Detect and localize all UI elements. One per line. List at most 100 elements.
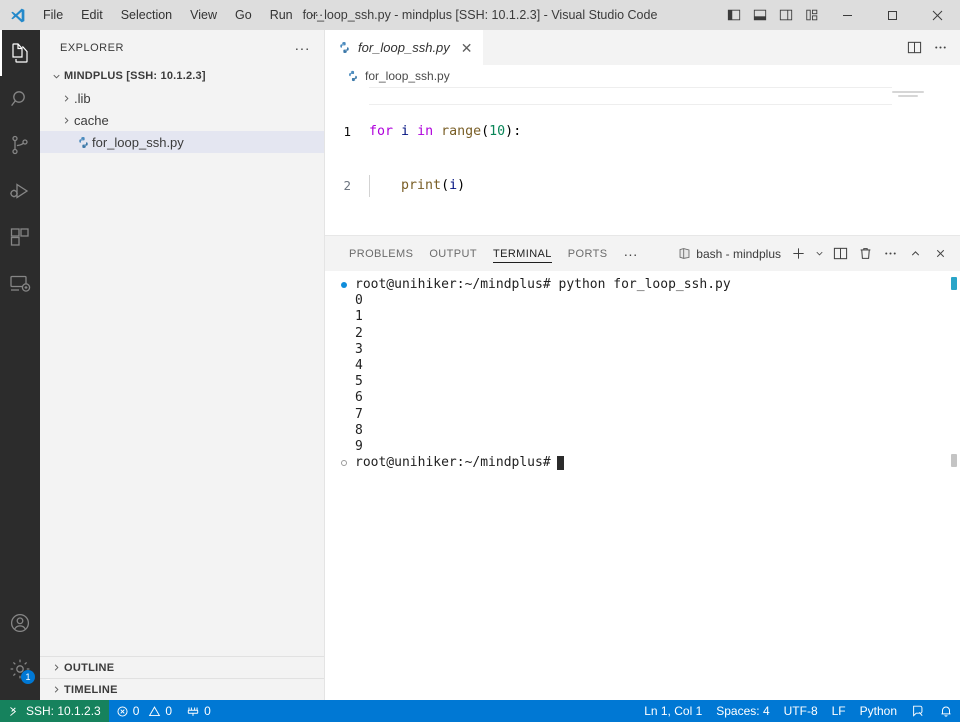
kill-terminal-trash-icon[interactable] — [853, 241, 877, 267]
editor-vertical-scrollbar[interactable] — [946, 87, 960, 235]
remote-icon — [8, 705, 21, 718]
breadcrumb-item[interactable]: for_loop_ssh.py — [365, 69, 450, 83]
editor-actions — [902, 30, 960, 65]
panel-views-more-icon[interactable] — [878, 241, 902, 267]
menu-file[interactable]: File — [35, 4, 71, 26]
menu-view[interactable]: View — [182, 4, 225, 26]
terminal-line: 7 — [325, 407, 960, 423]
editor-tab-label: for_loop_ssh.py — [358, 40, 450, 55]
status-language-mode[interactable]: Python — [853, 700, 904, 722]
search-icon — [8, 87, 32, 111]
title-bar: File Edit Selection View Go Run ··· for_… — [0, 0, 960, 30]
toggle-panel-icon[interactable] — [747, 0, 773, 30]
new-terminal-icon[interactable] — [786, 241, 810, 267]
token-function: range — [441, 124, 482, 139]
tree-item-label: .lib — [74, 90, 91, 106]
customize-layout-icon[interactable] — [799, 0, 825, 30]
python-file-icon — [74, 136, 92, 149]
menu-edit[interactable]: Edit — [73, 4, 111, 26]
terminal-prompt-line: root@unihiker:~/mindplus# — [325, 455, 960, 471]
code-editor[interactable]: 1 for i in range(10): 2 print(i) — [325, 87, 960, 235]
editor-more-actions-icon[interactable] — [928, 34, 952, 62]
window-minimize-button[interactable] — [825, 0, 870, 30]
explorer-sidebar: EXPLORER ··· MINDPLUS [SSH: 10.1.2.3] .l… — [40, 30, 325, 700]
sidebar-more-actions-icon[interactable]: ··· — [289, 40, 317, 56]
code-content: 1 for i in range(10): 2 print(i) — [325, 87, 960, 231]
activity-bar-item-search[interactable] — [0, 76, 40, 122]
menu-bar: File Edit Selection View Go Run ··· — [34, 0, 332, 30]
tree-root-label: MINDPLUS [SSH: 10.1.2.3] — [64, 70, 206, 82]
terminal-dropdown-chevron-down-icon[interactable] — [811, 241, 827, 267]
panel-header: PROBLEMS OUTPUT TERMINAL PORTS ··· bash … — [325, 236, 960, 271]
status-problems[interactable]: 0 0 — [109, 700, 179, 722]
panel-tab-ports[interactable]: PORTS — [560, 236, 616, 271]
terminal-selector[interactable]: bash - mindplus — [678, 247, 785, 261]
tree-item-lib[interactable]: .lib — [40, 87, 324, 109]
activity-bar-item-extensions[interactable] — [0, 214, 40, 260]
status-bar-right: Ln 1, Col 1 Spaces: 4 UTF-8 LF Python — [637, 700, 960, 722]
terminal-line-text: 2 — [355, 325, 363, 341]
terminal-line-text: 9 — [355, 438, 363, 454]
status-ports[interactable]: 0 — [179, 700, 218, 722]
menu-run[interactable]: Run — [262, 4, 301, 26]
editor-tab-for-loop-ssh-py[interactable]: for_loop_ssh.py ✕ — [325, 30, 484, 65]
toggle-primary-sidebar-icon[interactable] — [721, 0, 747, 30]
activity-bar-item-accounts[interactable] — [0, 600, 40, 646]
workbench: 1 EXPLORER ··· MINDPLUS [SSH: 10.1.2.3] — [0, 30, 960, 700]
tree-root-folder[interactable]: MINDPLUS [SSH: 10.1.2.3] — [40, 65, 324, 87]
sidebar-header: EXPLORER ··· — [40, 30, 324, 65]
terminal-line: 5 — [325, 374, 960, 390]
chevron-right-icon — [58, 115, 74, 126]
token-variable: i — [449, 178, 458, 193]
terminal-output[interactable]: root@unihiker:~/mindplus# python for_loo… — [325, 271, 960, 700]
files-icon — [8, 41, 32, 65]
status-cursor-position[interactable]: Ln 1, Col 1 — [637, 700, 709, 722]
terminal-line: root@unihiker:~/mindplus# python for_loo… — [325, 277, 960, 293]
panel-tab-problems[interactable]: PROBLEMS — [341, 236, 421, 271]
activity-bar-item-explorer[interactable] — [0, 30, 40, 76]
token-function: print — [401, 178, 442, 193]
panel-tab-output[interactable]: OUTPUT — [421, 236, 485, 271]
chevron-right-icon — [58, 93, 74, 104]
status-encoding[interactable]: UTF-8 — [777, 700, 825, 722]
status-error-count: 0 — [132, 704, 140, 718]
split-terminal-icon[interactable] — [828, 241, 852, 267]
sidebar-section-timeline[interactable]: TIMELINE — [40, 678, 324, 700]
close-icon[interactable]: ✕ — [461, 41, 473, 55]
window-maximize-button[interactable] — [870, 0, 915, 30]
terminal-overview-ruler[interactable] — [946, 271, 960, 700]
token-number: 10 — [489, 124, 506, 139]
panel-more-tabs-icon[interactable]: ··· — [616, 246, 646, 262]
activity-bar-item-source-control[interactable] — [0, 122, 40, 168]
tree-item-cache[interactable]: cache — [40, 109, 324, 131]
status-eol[interactable]: LF — [825, 700, 853, 722]
window-close-button[interactable] — [915, 0, 960, 30]
activity-bar-item-manage-settings[interactable]: 1 — [0, 646, 40, 692]
status-feedback[interactable] — [904, 700, 932, 722]
extensions-icon — [8, 225, 32, 249]
panel-tab-terminal[interactable]: TERMINAL — [485, 236, 560, 271]
activity-bar-item-remote-explorer[interactable] — [0, 260, 40, 306]
minimap[interactable] — [892, 87, 946, 235]
token-paren: ( — [481, 124, 490, 139]
status-remote-indicator[interactable]: SSH: 10.1.2.3 — [0, 700, 109, 722]
menu-go[interactable]: Go — [227, 4, 260, 26]
editor-tabs-bar: for_loop_ssh.py ✕ — [325, 30, 960, 65]
sidebar-section-outline[interactable]: OUTLINE — [40, 656, 324, 678]
close-panel-icon[interactable] — [928, 241, 952, 267]
split-editor-right-icon[interactable] — [902, 34, 926, 62]
error-icon — [116, 705, 129, 718]
maximize-panel-chevron-up-icon[interactable] — [903, 241, 927, 267]
sidebar-title: EXPLORER — [60, 41, 124, 54]
menu-selection[interactable]: Selection — [113, 4, 180, 26]
tree-item-for-loop-ssh-py[interactable]: for_loop_ssh.py — [40, 131, 324, 153]
menu-more[interactable]: ··· — [303, 4, 332, 26]
activity-bar-item-run-and-debug[interactable] — [0, 168, 40, 214]
status-notifications[interactable] — [932, 700, 960, 722]
toggle-secondary-sidebar-icon[interactable] — [773, 0, 799, 30]
terminal-line: 2 — [325, 326, 960, 342]
chevron-right-icon — [48, 684, 64, 695]
status-indentation[interactable]: Spaces: 4 — [709, 700, 776, 722]
